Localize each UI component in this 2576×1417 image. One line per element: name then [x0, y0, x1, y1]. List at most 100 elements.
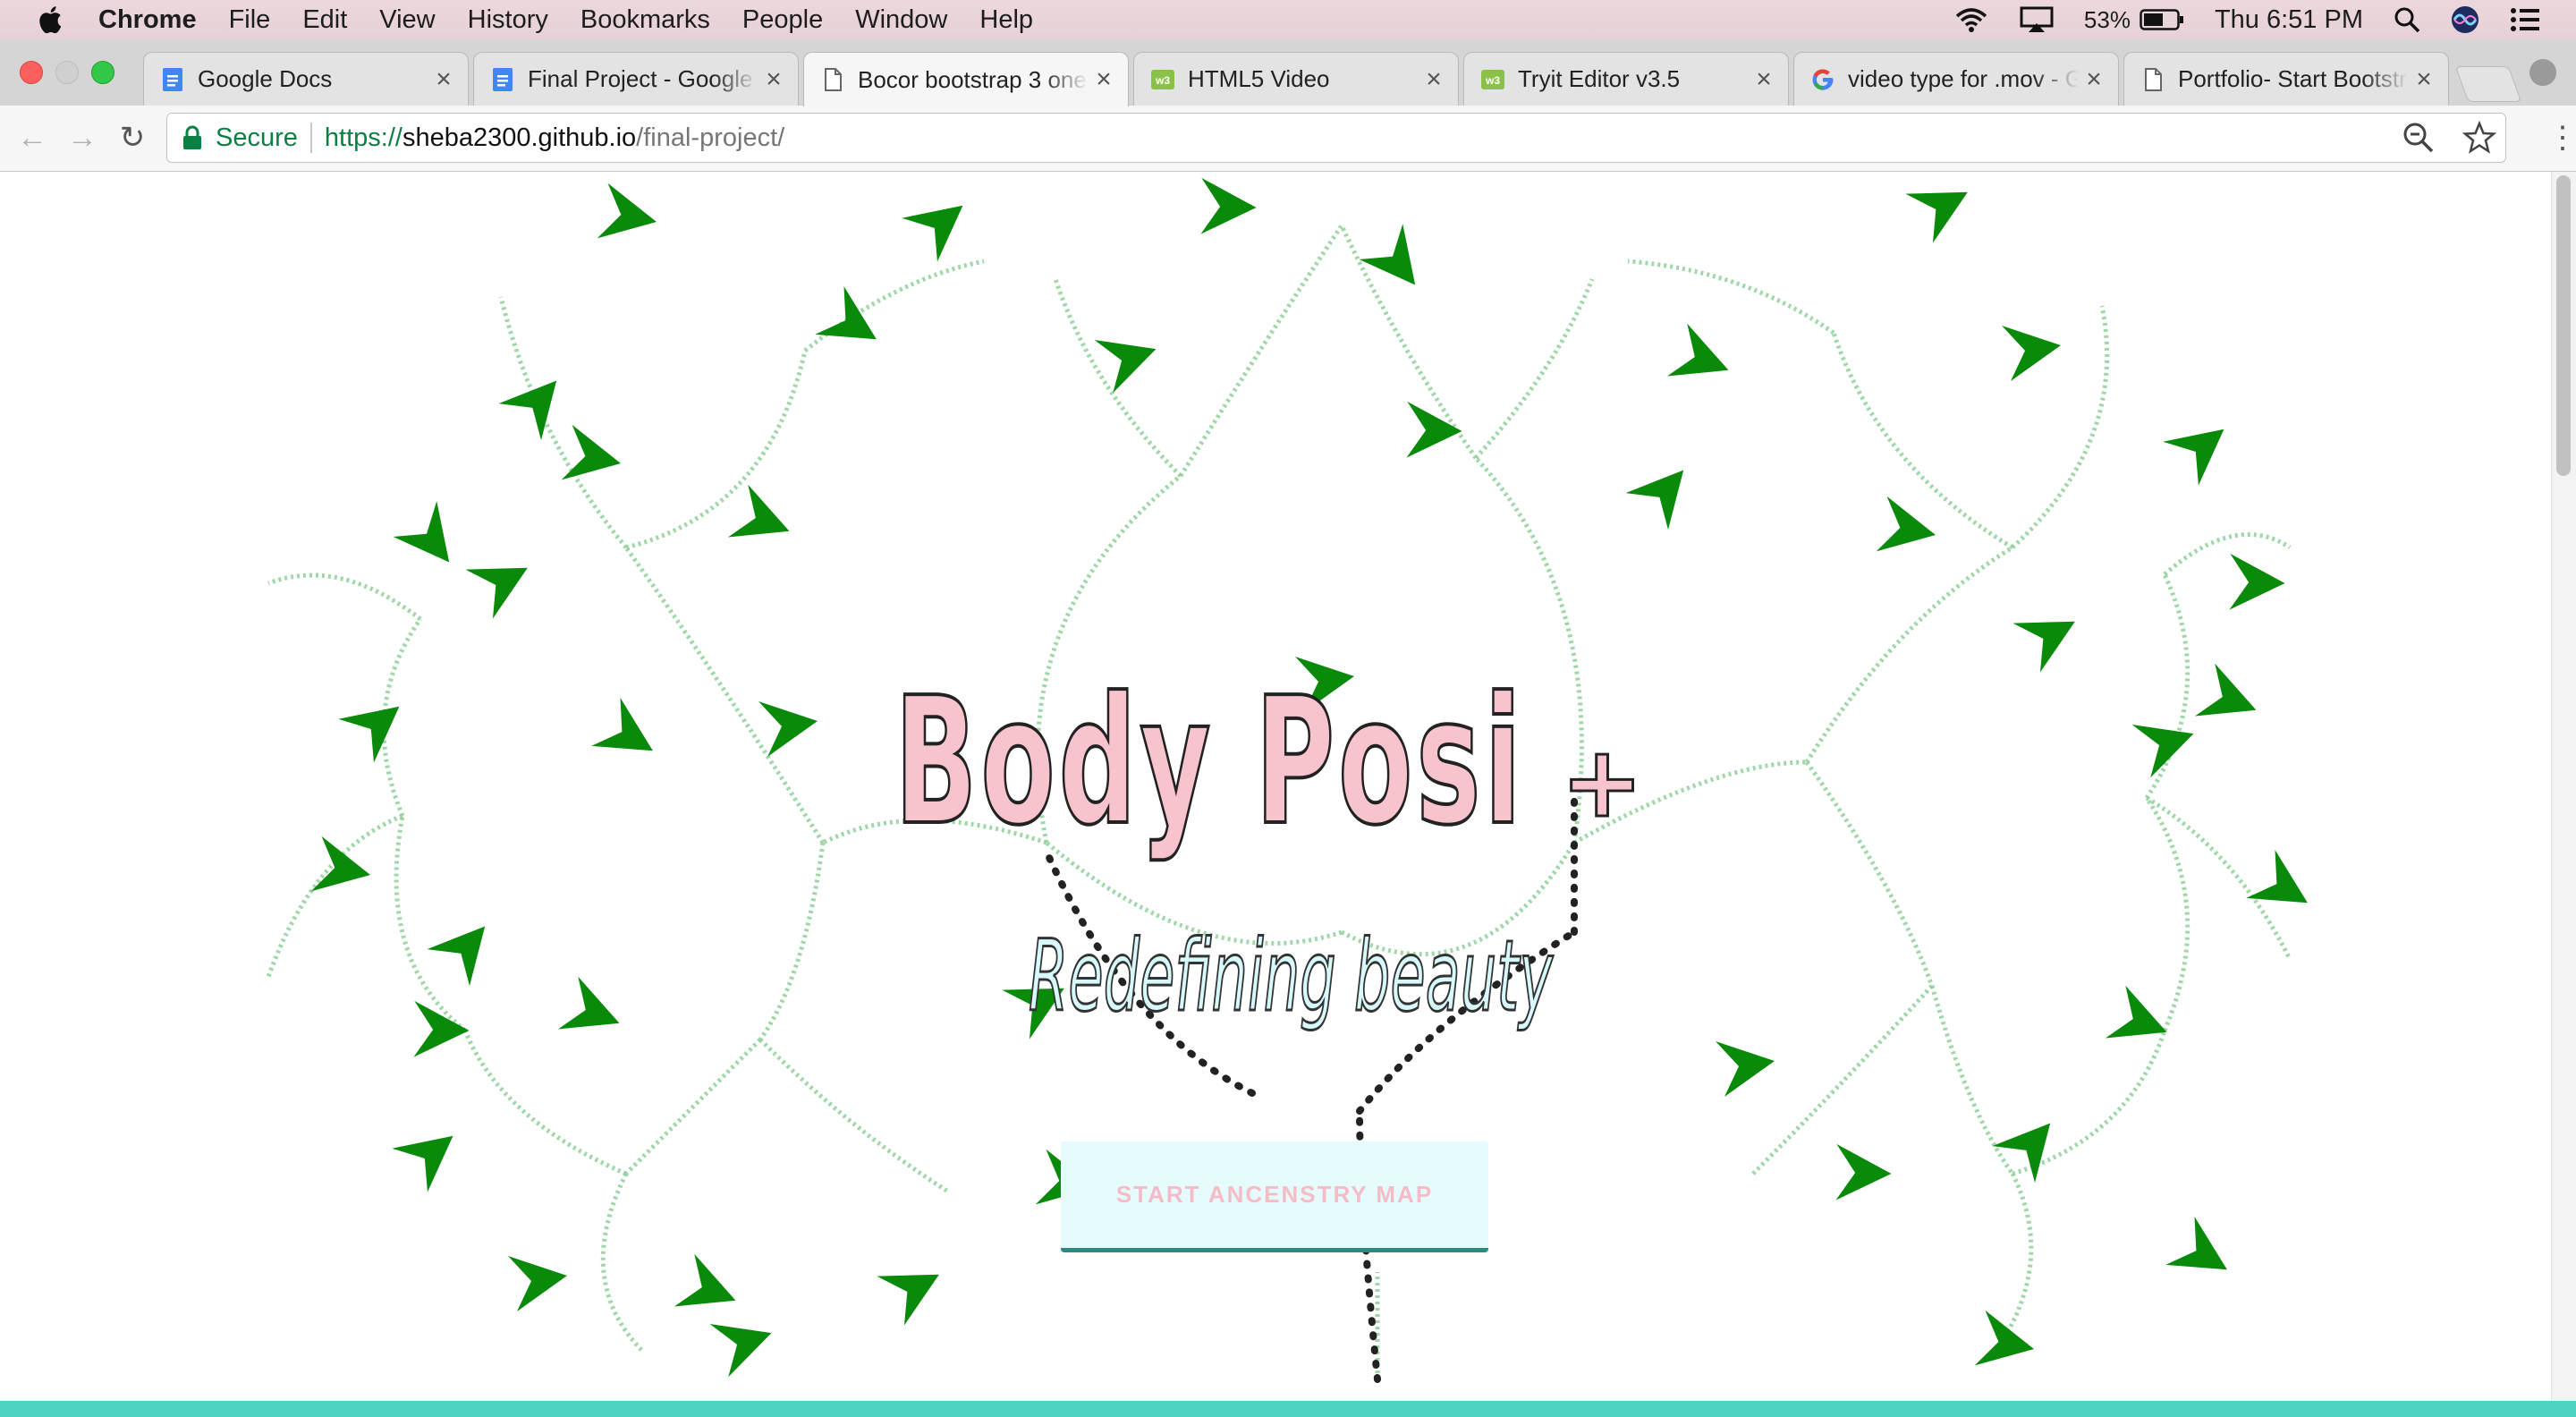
- accent-bottom-bar: [0, 1401, 2576, 1417]
- profile-avatar-icon[interactable]: [2529, 59, 2556, 86]
- lock-icon[interactable]: [180, 124, 205, 151]
- zoom-magnifier-icon[interactable]: [2402, 121, 2436, 155]
- leaf-icon: [815, 285, 877, 340]
- notification-center-icon[interactable]: [2510, 7, 2540, 32]
- menu-view[interactable]: View: [379, 5, 435, 35]
- tab-portfolio-bootstrap[interactable]: Portfolio- Start Bootstrap ×: [2123, 52, 2449, 106]
- leaf-icon: [498, 380, 557, 441]
- back-arrow-icon[interactable]: ←: [16, 122, 48, 154]
- svg-text:w3: w3: [1155, 74, 1170, 87]
- tree-branch: [1751, 984, 1934, 1175]
- page-title: Body Posi: [894, 660, 1525, 864]
- address-bar[interactable]: Secure https://sheba2300.github.io/final…: [166, 113, 2506, 163]
- tree-branch: [267, 573, 422, 621]
- clock[interactable]: Thu 6:51 PM: [2215, 5, 2363, 35]
- leaf-icon: [1835, 1143, 1892, 1201]
- leaf-icon: [2229, 553, 2285, 610]
- tree-branch: [1627, 259, 1835, 335]
- tab-html5-video[interactable]: w3 HTML5 Video ×: [1133, 52, 1459, 106]
- leaf-icon: [597, 182, 657, 239]
- leaf-icon: [2163, 428, 2224, 486]
- leaf-icon: [392, 1135, 453, 1192]
- tab-google-search[interactable]: video type for .mov - Google Search ×: [1793, 52, 2119, 106]
- tab-google-docs[interactable]: Google Docs ×: [143, 52, 469, 106]
- leaf-icon: [1974, 1310, 2035, 1366]
- window-close-button[interactable]: [20, 61, 43, 84]
- tab-close-icon[interactable]: ×: [758, 64, 789, 95]
- tab-close-icon[interactable]: ×: [1749, 64, 1779, 95]
- menu-file[interactable]: File: [229, 5, 271, 35]
- bookmark-star-icon[interactable]: [2462, 121, 2496, 155]
- reload-icon[interactable]: ↻: [116, 122, 148, 154]
- page-icon: [2145, 67, 2162, 91]
- tab-title: HTML5 Video: [1188, 65, 1330, 92]
- secure-label[interactable]: Secure: [216, 123, 298, 153]
- tab-title: Bocor bootstrap 3 one page: [858, 65, 1089, 93]
- url-host: sheba2300.github.io: [402, 123, 637, 152]
- tab-close-icon[interactable]: ×: [2409, 64, 2439, 95]
- leaf-icon: [557, 976, 620, 1030]
- tree-branch: [624, 1038, 762, 1175]
- leaf-icon: [1094, 339, 1157, 394]
- new-tab-button[interactable]: [2454, 66, 2522, 102]
- chrome-menu-icon[interactable]: ⋮: [2547, 122, 2576, 157]
- menu-bookmarks[interactable]: Bookmarks: [580, 5, 710, 35]
- svg-text:w3: w3: [1485, 74, 1500, 87]
- url-path: /final-project/: [636, 123, 785, 152]
- tab-bocor-bootstrap[interactable]: Bocor bootstrap 3 one page ×: [803, 52, 1129, 106]
- menu-people[interactable]: People: [742, 5, 823, 35]
- start-ancestry-map-button[interactable]: START ANCENSTRY MAP: [1061, 1141, 1488, 1252]
- tree-branch: [498, 296, 628, 549]
- tab-close-icon[interactable]: ×: [1419, 64, 1449, 95]
- tree-branch: [266, 813, 403, 978]
- battery-status[interactable]: 53%: [2084, 6, 2184, 34]
- tree-branch: [2145, 795, 2292, 961]
- macos-menu-bar: Chrome File Edit View History Bookmarks …: [0, 0, 2576, 39]
- leaf-icon: [1200, 177, 1257, 234]
- tree-branch: [600, 1172, 646, 1354]
- leaf-icon: [2105, 985, 2167, 1039]
- leaf-icon: [1992, 1123, 2051, 1184]
- leaf-icon: [591, 697, 653, 751]
- scrollbar-thumb[interactable]: [2556, 175, 2571, 476]
- tree-branch: [1831, 332, 2014, 550]
- menu-app-name[interactable]: Chrome: [98, 5, 197, 35]
- leaf-icon: [2165, 1216, 2227, 1270]
- menu-window[interactable]: Window: [855, 5, 947, 35]
- tree-branch: [2144, 573, 2190, 800]
- leaf-icon: [2002, 326, 2061, 381]
- tree-branch: [2144, 796, 2190, 1031]
- tab-final-project-doc[interactable]: Final Project - Google Docs ×: [473, 52, 799, 106]
- tab-title: Portfolio- Start Bootstrap: [2178, 65, 2409, 92]
- tree-branch: [1804, 545, 2014, 764]
- tab-close-icon[interactable]: ×: [428, 64, 459, 95]
- apple-logo-icon[interactable]: [36, 4, 68, 36]
- tab-close-icon[interactable]: ×: [1089, 64, 1119, 95]
- leaf-icon: [727, 484, 790, 538]
- wifi-icon[interactable]: [1953, 6, 1989, 33]
- window-fullscreen-button[interactable]: [91, 61, 114, 84]
- forward-arrow-icon[interactable]: →: [66, 122, 98, 154]
- airplay-icon[interactable]: [2020, 6, 2054, 33]
- leaf-icon: [338, 706, 400, 763]
- menu-edit[interactable]: Edit: [302, 5, 347, 35]
- w3schools-icon: w3: [1151, 69, 1174, 89]
- window-minimize-button[interactable]: [55, 61, 79, 84]
- tab-title: Final Project - Google Docs: [528, 65, 758, 92]
- tree-branch: [462, 1030, 627, 1176]
- address-bar-actions: [2402, 121, 2496, 155]
- menu-history[interactable]: History: [468, 5, 548, 35]
- google-docs-icon: [493, 67, 513, 91]
- status-area: 53% Thu 6:51 PM: [1953, 0, 2540, 39]
- tab-tryit-editor[interactable]: w3 Tryit Editor v3.5 ×: [1463, 52, 1789, 106]
- leaf-icon: [2131, 724, 2194, 778]
- leaf-icon: [2246, 849, 2308, 904]
- leaf-icon: [709, 1323, 772, 1378]
- tab-close-icon[interactable]: ×: [2079, 64, 2109, 95]
- spotlight-search-icon[interactable]: [2394, 6, 2420, 33]
- tree-branch: [625, 350, 808, 550]
- browser-toolbar: ← → ↻ Secure https://sheba2300.github.io…: [0, 106, 2576, 172]
- menu-help[interactable]: Help: [979, 5, 1033, 35]
- siri-icon[interactable]: [2451, 5, 2479, 34]
- leaf-icon: [465, 567, 528, 619]
